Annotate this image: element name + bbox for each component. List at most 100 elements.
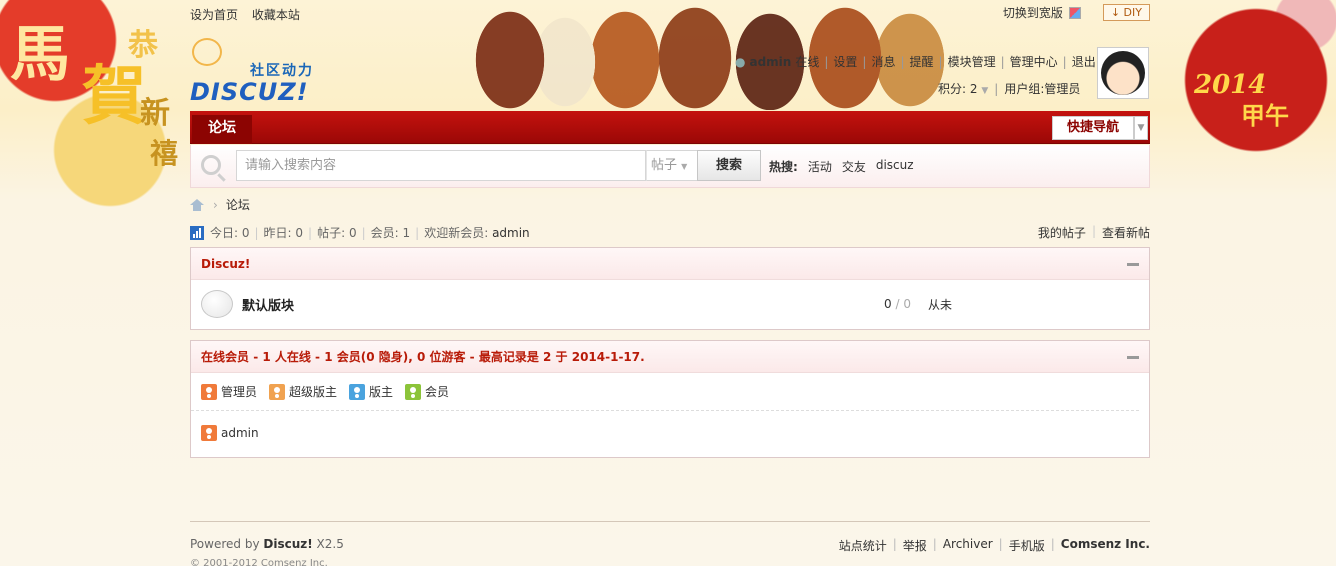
mobile-link[interactable]: 手机版	[1009, 537, 1045, 554]
settings-link[interactable]: 设置	[833, 53, 857, 70]
logo-slogan: 社区动力	[250, 63, 314, 79]
collapse-icon[interactable]	[1127, 356, 1139, 359]
forum-row: 默认版块 0 / 0 从未	[191, 280, 1149, 328]
footer-links: 站点统计 | 举报 | Archiver | 手机版 | Comsenz Inc…	[838, 537, 1150, 554]
stat-members: 会员: 1	[370, 226, 411, 240]
hot-search-label: 热搜:	[769, 160, 798, 174]
site-stats-link[interactable]: 站点统计	[839, 537, 887, 554]
chevron-down-icon: ▼	[681, 162, 688, 171]
forum-last-post: 从未	[928, 298, 953, 312]
forum-counts: 0 / 0	[884, 297, 911, 311]
legend-item-admin: 管理员	[201, 383, 257, 400]
avatar-face-icon	[1101, 51, 1145, 95]
decor-glyph-xi: 禧	[150, 137, 179, 170]
user-icon	[201, 383, 217, 400]
top-bar: 设为首页 收藏本站 切换到宽版 ↓ DIY	[190, 4, 1150, 24]
user-icon	[201, 425, 217, 441]
stat-yesterday: 昨日: 0	[263, 226, 304, 240]
messages-link[interactable]: 消息	[871, 53, 895, 70]
tab-forum[interactable]: 论坛	[192, 115, 252, 144]
user-icon	[405, 383, 422, 400]
diy-button[interactable]: ↓ DIY	[1102, 4, 1150, 21]
hot-searches: 热搜: 活动 交友 discuz	[769, 158, 914, 175]
bar-chart-icon	[190, 225, 204, 240]
online-members-header: 在线会员 - 1 人在线 - 1 会员(0 隐身), 0 位游客 - 最高记录是…	[191, 341, 1149, 373]
notifications-link[interactable]: 提醒	[910, 53, 934, 70]
search-bar: 请输入搜索内容 帖子 ▼ 搜索 热搜: 活动 交友 discuz	[190, 145, 1150, 188]
user-icon	[269, 383, 286, 400]
module-manage-link[interactable]: 模块管理	[948, 53, 996, 70]
user-group-value: 管理员	[1044, 82, 1081, 96]
forum-category-title[interactable]: Discuz!	[201, 257, 250, 271]
logout-link[interactable]: 退出	[1072, 53, 1096, 70]
decor-glyph-xin: 新	[140, 96, 170, 131]
user-status: 在线	[795, 55, 820, 69]
avatar[interactable]	[1097, 47, 1149, 99]
decor-glyph-he: 賀	[82, 59, 146, 134]
home-icon[interactable]	[190, 198, 205, 211]
discuz-link[interactable]: Discuz!	[263, 537, 312, 551]
hot-search-term[interactable]: discuz	[876, 158, 914, 175]
bookmark-site-link[interactable]: 收藏本站	[252, 8, 300, 22]
report-link[interactable]: 举报	[903, 537, 927, 554]
forum-thread-count: 0	[884, 297, 892, 311]
forum-stats: 今日: 0 | 昨日: 0 | 帖子: 0 | 会员: 1 | 欢迎新会员: a…	[190, 224, 530, 241]
legend-item-super-moderator: 超级版主	[269, 383, 337, 400]
collapse-icon[interactable]	[1127, 263, 1139, 266]
search-type-select[interactable]: 帖子 ▼	[646, 150, 698, 181]
online-members-summary: - 1 人在线 - 1 会员(0 隐身), 0 位游客 - 最高记录是 2 于 …	[249, 350, 645, 364]
year-zodiac-label: 甲午	[1241, 101, 1289, 130]
breadcrumb-forum[interactable]: 论坛	[226, 196, 250, 213]
points-label: 积分:	[938, 82, 967, 96]
powered-by: Powered by Discuz! X2.5	[190, 537, 344, 551]
switch-wide-link[interactable]: 切换到宽版	[1003, 4, 1063, 21]
online-members-panel: 在线会员 - 1 人在线 - 1 会员(0 隐身), 0 位游客 - 最高记录是…	[190, 340, 1150, 458]
search-input[interactable]: 请输入搜索内容	[236, 150, 646, 181]
legend-item-member: 会员	[405, 383, 449, 400]
new-year-banner-right: 2014 甲午	[1146, 0, 1336, 170]
chevron-down-icon[interactable]: ▼	[1134, 116, 1148, 140]
company-link[interactable]: Comsenz Inc.	[1061, 537, 1150, 554]
main-nav: 论坛 快捷导航 ▼	[190, 111, 1150, 144]
forum-bubble-icon	[201, 290, 233, 318]
stat-today: 今日: 0	[210, 226, 250, 240]
breadcrumb: › 论坛	[190, 196, 250, 213]
hot-search-term[interactable]: 活动	[808, 158, 832, 175]
online-member-link[interactable]: admin	[221, 426, 259, 440]
my-posts-link[interactable]: 我的帖子	[1038, 224, 1086, 241]
user-info: 积分: 2 ▼ | 用户组: 管理员	[938, 80, 1081, 97]
forum-category-header: Discuz!	[191, 248, 1149, 280]
decor-glyph-ma: 馬	[10, 20, 70, 90]
points-link[interactable]: 积分: 2 ▼	[938, 80, 988, 97]
member-group-legend: 管理员 超级版主 版主 会员	[191, 373, 1139, 411]
stat-posts: 帖子: 0	[317, 226, 357, 240]
user-icon: ●	[735, 54, 746, 69]
search-button[interactable]: 搜索	[697, 150, 761, 181]
copyright: © 2001-2012 Comsenz Inc.	[190, 558, 328, 566]
points-value: 2	[969, 82, 978, 96]
archiver-link[interactable]: Archiver	[943, 537, 993, 554]
online-members-title[interactable]: 在线会员	[201, 350, 249, 364]
logo-brand: DISCUZ!	[190, 78, 309, 106]
stat-welcome: 欢迎新会员:	[424, 226, 489, 240]
breadcrumb-separator: ›	[213, 197, 218, 212]
forum-category-panel: Discuz! 默认版块 0 / 0 从未	[190, 247, 1150, 330]
hot-search-term[interactable]: 交友	[842, 158, 866, 175]
set-homepage-link[interactable]: 设为首页	[190, 8, 238, 22]
new-member-link[interactable]: admin	[492, 226, 530, 240]
skin-switch-icon[interactable]	[1068, 6, 1081, 19]
logo-bubble-icon	[192, 38, 222, 66]
site-logo[interactable]: 社区动力 DISCUZ!	[190, 38, 330, 106]
footer-divider	[190, 521, 1150, 522]
user-group-label: 用户组:	[1004, 82, 1045, 96]
username-link[interactable]: admin	[749, 55, 791, 69]
forum-name-link[interactable]: 默认版块	[242, 295, 294, 314]
legend-item-moderator: 版主	[349, 383, 393, 400]
admin-center-link[interactable]: 管理中心	[1010, 53, 1058, 70]
new-posts-link[interactable]: 查看新帖	[1102, 224, 1150, 241]
new-year-banner-left: 馬 恭 賀 新 禧	[0, 0, 190, 210]
quick-nav-button[interactable]: 快捷导航	[1052, 116, 1134, 140]
search-type-value: 帖子	[651, 158, 678, 173]
search-icon	[201, 155, 221, 175]
chevron-down-icon: ▼	[981, 86, 989, 96]
